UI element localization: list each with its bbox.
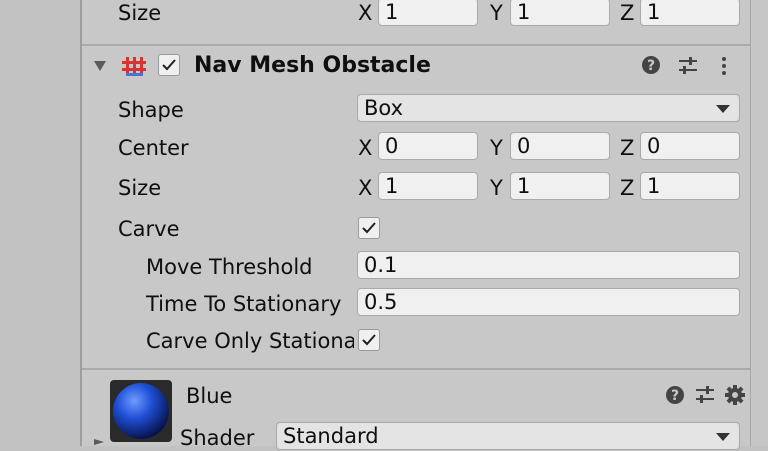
svg-text:?: ?	[647, 58, 655, 74]
settings-gear-icon[interactable]	[724, 384, 746, 406]
shape-dropdown[interactable]: Box	[357, 94, 740, 122]
center-x-field[interactable]: 0	[378, 132, 478, 160]
help-icon[interactable]: ?	[665, 385, 685, 405]
carve-only-stationary-checkbox[interactable]	[358, 329, 380, 351]
center-label: Center	[118, 136, 189, 160]
center-y-axis-label: Y	[490, 136, 503, 160]
component-title: Nav Mesh Obstacle	[194, 53, 431, 78]
size-z-axis-label: Z	[620, 1, 635, 25]
dropdown-arrow-icon	[716, 433, 730, 441]
shape-value: Box	[364, 96, 404, 120]
help-icon[interactable]: ?	[641, 55, 661, 75]
component-enabled-checkbox[interactable]	[158, 54, 180, 76]
more-menu-icon[interactable]	[716, 55, 732, 77]
nav-mesh-obstacle-icon	[122, 57, 146, 76]
shader-label: Shader	[180, 426, 255, 450]
obstacle-size-x-field[interactable]: 1	[378, 172, 478, 200]
obstacle-size-y-field[interactable]: 1	[510, 172, 610, 200]
material-preview-sphere	[110, 380, 172, 442]
obstacle-size-z-field[interactable]: 1	[640, 172, 740, 200]
foldout-arrow-icon[interactable]	[93, 59, 107, 73]
center-z-axis-label: Z	[620, 136, 635, 160]
size-y-axis-label: Y	[490, 1, 503, 25]
size-label: Size	[118, 1, 162, 25]
move-threshold-label: Move Threshold	[146, 255, 313, 279]
center-x-axis-label: X	[358, 136, 373, 160]
material-name: Blue	[186, 384, 233, 408]
checkmark-icon	[162, 59, 176, 71]
obstacle-size-z-axis-label: Z	[620, 176, 635, 200]
size-x-field[interactable]: 1	[378, 0, 478, 26]
obstacle-size-y-axis-label: Y	[490, 176, 503, 200]
center-z-field[interactable]: 0	[640, 132, 740, 160]
move-threshold-field[interactable]: 0.1	[357, 251, 740, 279]
foldout-arrow-icon[interactable]	[93, 438, 105, 446]
inspector-scrollbar[interactable]	[751, 0, 768, 446]
dropdown-arrow-icon	[716, 105, 730, 113]
time-to-stationary-label: Time To Stationary	[146, 292, 342, 316]
time-to-stationary-field[interactable]: 0.5	[357, 288, 740, 316]
shader-value: Standard	[283, 424, 379, 448]
presets-icon[interactable]	[694, 384, 716, 406]
checkmark-icon	[362, 222, 376, 234]
svg-text:?: ?	[671, 388, 679, 404]
checkmark-icon	[362, 334, 376, 346]
component-separator	[82, 368, 750, 370]
size-z-field[interactable]: 1	[640, 0, 740, 26]
center-y-field[interactable]: 0	[510, 132, 610, 160]
obstacle-size-x-axis-label: X	[358, 176, 373, 200]
size-x-axis-label: X	[358, 1, 373, 25]
left-panel-strip	[0, 0, 80, 446]
carve-label: Carve	[118, 217, 180, 241]
component-separator	[82, 44, 750, 46]
obstacle-size-label: Size	[118, 176, 162, 200]
shape-label: Shape	[118, 98, 184, 122]
presets-icon[interactable]	[677, 55, 699, 77]
size-y-field[interactable]: 1	[510, 0, 610, 26]
carve-only-stationary-label: Carve Only Stationa	[146, 329, 354, 353]
carve-checkbox[interactable]	[358, 217, 380, 239]
